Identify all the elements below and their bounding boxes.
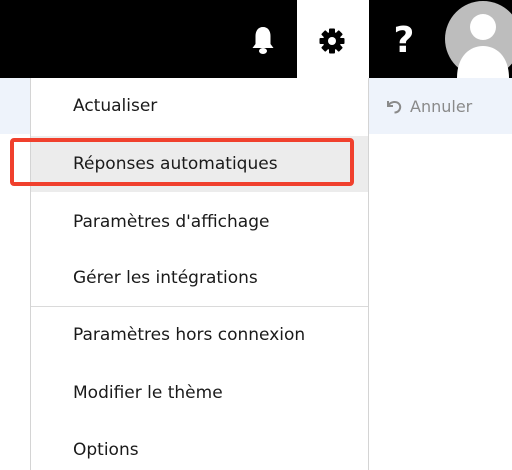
menu-item-automatic-replies[interactable]: Réponses automatiques bbox=[31, 136, 368, 192]
user-avatar-icon bbox=[445, 1, 512, 78]
menu-item-label: Actualiser bbox=[73, 96, 158, 116]
menu-item-display-settings[interactable]: Paramètres d'affichage bbox=[31, 194, 368, 250]
menu-item-label: Options bbox=[73, 440, 139, 460]
undo-icon bbox=[387, 101, 402, 114]
menu-item-label: Modifier le thème bbox=[73, 383, 223, 403]
menu-item-options[interactable]: Options bbox=[31, 422, 368, 470]
help-button[interactable]: ? bbox=[382, 19, 426, 63]
notifications-button[interactable] bbox=[243, 22, 283, 58]
settings-button[interactable] bbox=[313, 22, 351, 60]
menu-item-label: Paramètres hors connexion bbox=[73, 325, 306, 345]
bell-icon bbox=[252, 27, 274, 54]
menu-item-label: Réponses automatiques bbox=[73, 154, 278, 174]
account-avatar-button[interactable] bbox=[443, 0, 512, 78]
menu-item-change-theme[interactable]: Modifier le thème bbox=[31, 365, 368, 421]
help-icon: ? bbox=[393, 20, 415, 61]
menu-item-label: Paramètres d'affichage bbox=[73, 212, 270, 232]
menu-item-manage-integrations[interactable]: Gérer les intégrations bbox=[31, 250, 368, 306]
undo-label: Annuler bbox=[410, 96, 473, 116]
menu-item-offline-settings[interactable]: Paramètres hors connexion bbox=[31, 307, 368, 363]
gear-icon bbox=[319, 28, 345, 54]
menu-item-label: Gérer les intégrations bbox=[73, 268, 258, 288]
undo-button[interactable]: Annuler bbox=[382, 92, 472, 120]
menu-item-refresh[interactable]: Actualiser bbox=[31, 78, 368, 134]
settings-dropdown-menu: Actualiser Réponses automatiques Paramèt… bbox=[30, 78, 369, 470]
